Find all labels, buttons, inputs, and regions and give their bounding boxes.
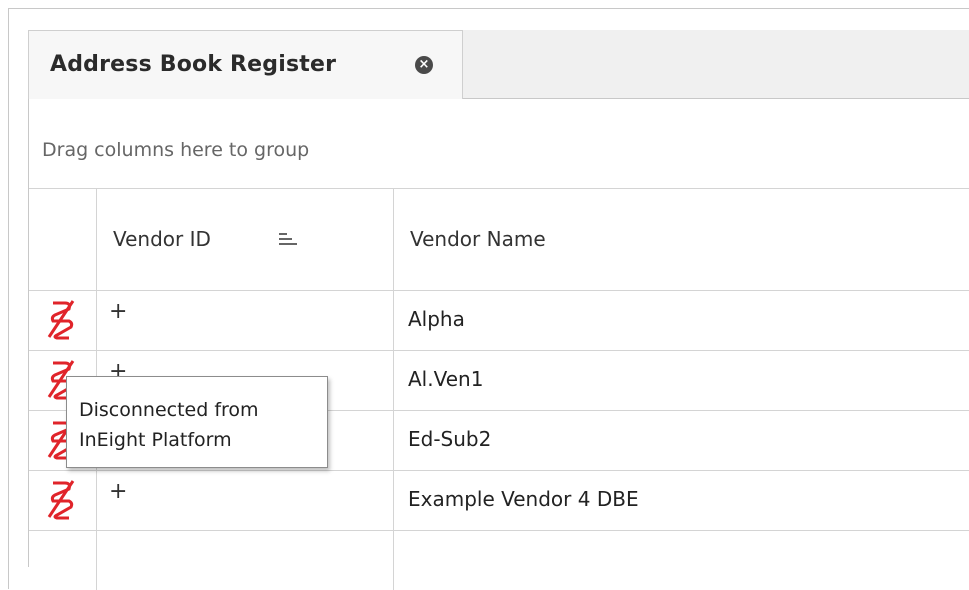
tooltip-disconnected: Disconnected from InEight Platform	[66, 376, 328, 468]
vendor-name-cell[interactable]: Al.Ven1	[394, 351, 969, 410]
vendor-name-cell[interactable]: Ed-Sub2	[394, 411, 969, 470]
disconnected-icon	[47, 300, 75, 340]
vendor-name-cell[interactable]: Alpha	[394, 291, 969, 350]
group-hint: Drag columns here to group	[42, 139, 310, 161]
status-cell	[29, 291, 97, 350]
sort-icon[interactable]	[279, 233, 297, 249]
vendor-name-cell[interactable]	[394, 531, 969, 590]
table-row[interactable]: + Alpha	[29, 291, 969, 351]
header-vendor-name[interactable]: Vendor Name	[394, 189, 969, 290]
data-grid: Drag columns here to group Vendor ID Ven…	[28, 99, 969, 590]
group-panel[interactable]: Drag columns here to group	[29, 99, 969, 189]
tooltip-line-1: Disconnected from	[79, 399, 259, 421]
vendor-name-cell[interactable]: Example Vendor 4 DBE	[394, 471, 969, 530]
vendor-name: Al.Ven1	[408, 367, 484, 391]
disconnected-icon	[47, 480, 75, 520]
vendor-id-cell[interactable]: +	[97, 471, 394, 530]
table-row[interactable]: + Example Vendor 4 DBE	[29, 471, 969, 531]
grid-header: Vendor ID Vendor Name	[29, 189, 969, 291]
tooltip-line-2: InEight Platform	[79, 429, 232, 451]
close-icon[interactable]: ×	[415, 56, 433, 74]
status-cell	[29, 471, 97, 530]
vendor-id-cell[interactable]: +	[97, 291, 394, 350]
vendor-id-cell[interactable]	[97, 531, 394, 590]
header-vendor-name-label: Vendor Name	[410, 227, 546, 251]
expand-icon[interactable]: +	[109, 299, 127, 324]
header-status-column	[29, 189, 97, 290]
vendor-name: Example Vendor 4 DBE	[408, 487, 639, 511]
header-vendor-id[interactable]: Vendor ID	[97, 189, 394, 290]
tab-bar: Address Book Register ×	[28, 30, 969, 99]
header-vendor-id-label: Vendor ID	[113, 227, 211, 251]
tab-title: Address Book Register	[50, 52, 337, 77]
status-cell	[29, 531, 97, 590]
tab-address-book-register[interactable]: Address Book Register ×	[28, 30, 463, 99]
vendor-name: Ed-Sub2	[408, 427, 492, 451]
expand-icon[interactable]: +	[109, 479, 127, 504]
vendor-name: Alpha	[408, 307, 465, 331]
table-row[interactable]	[29, 531, 969, 590]
